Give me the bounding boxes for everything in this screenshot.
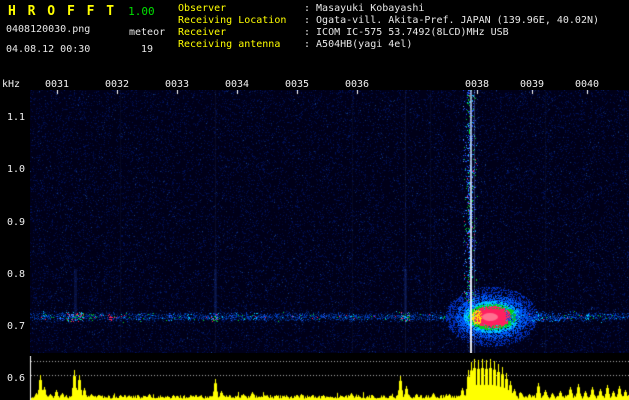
info-row-receiver: Receiver : ICOM IC-575 53.7492(8LCD)MHz … [178,27,599,39]
info-value: : ICOM IC-575 53.7492(8LCD)MHz USB [304,27,509,38]
info-value: : Ogata-vill. Akita-Pref. JAPAN (139.96E… [304,15,600,26]
app-title: H R O F F T [8,4,117,19]
y-axis-tick-0.6: 0.6 [7,373,26,384]
info-label: Receiving Location [178,15,287,26]
x-axis-tick-0036: 0036 [344,79,370,90]
echo-count: 19 [141,44,154,55]
spectrogram-canvas [30,90,629,353]
y-axis-tick-1.0: 1.0 [7,164,26,175]
info-row-location: Receiving Location : Ogata-vill. Akita-P… [178,15,599,27]
x-axis-tick-0039: 0039 [519,79,545,90]
info-value: : A504HB(yagi 4el) [304,39,413,50]
app-version: 1.00 [128,5,155,18]
title-line: H R O F F T 1.00 [8,4,155,19]
y-axis-tick-0.8: 0.8 [7,269,26,280]
info-label: Receiver [178,27,227,38]
station-info: Observer : Masayuki Kobayashi Receiving … [178,3,599,51]
x-axis-tick-0038: 0038 [464,79,490,90]
y-axis-tick-0.9: 0.9 [7,217,26,228]
x-axis-tick-0034: 0034 [224,79,250,90]
mode-label: meteor [129,27,166,38]
y-axis-tick-0.7: 0.7 [7,321,26,332]
output-filename: 0408120030.png [6,24,91,35]
signal-level-canvas [0,356,629,400]
info-row-antenna: Receiving antenna : A504HB(yagi 4el) [178,39,599,51]
y-axis-tick-1.1: 1.1 [7,112,26,123]
x-axis-tick-0033: 0033 [164,79,190,90]
info-value: : Masayuki Kobayashi [304,3,425,14]
timestamp: 04.08.12 00:30 [6,44,91,55]
x-axis-tick-0032: 0032 [104,79,130,90]
info-label: Observer [178,3,227,14]
x-axis-tick-0035: 0035 [284,79,310,90]
x-axis-tick-0040: 0040 [574,79,600,90]
info-label: Receiving antenna [178,39,281,50]
hrofft-window: H R O F F T 1.00 0408120030.png meteor 0… [0,0,629,400]
y-axis-unit: kHz [2,79,21,90]
x-axis-tick-0031: 0031 [44,79,70,90]
info-row-observer: Observer : Masayuki Kobayashi [178,3,599,15]
